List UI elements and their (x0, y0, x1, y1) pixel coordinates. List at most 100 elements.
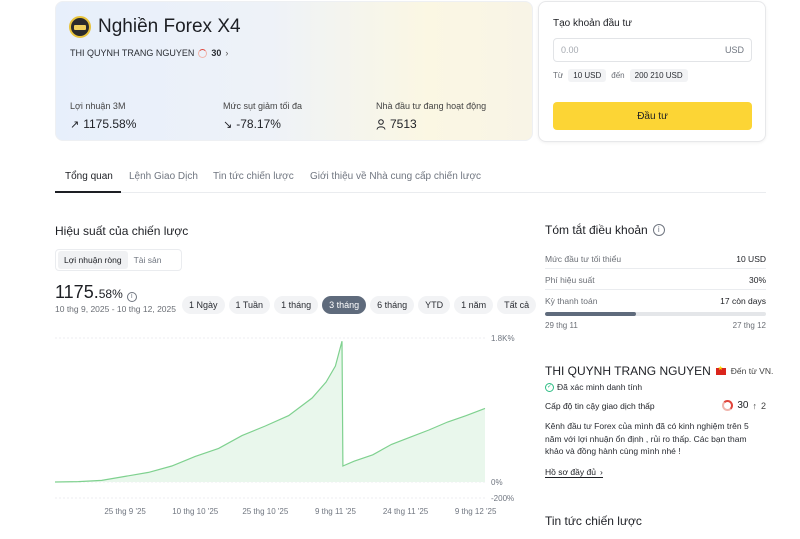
trend-up-icon: ↗ (70, 118, 80, 131)
stat-profit-label: Lợi nhuận 3M (70, 101, 126, 111)
period-1d[interactable]: 1 Ngày (182, 296, 225, 314)
term-min-investment: Mức đầu tư tối thiểu 10 USD (545, 249, 766, 269)
x-tick-label: 24 thg 11 '25 (383, 507, 429, 516)
verified-text: Đã xác minh danh tính (557, 382, 643, 392)
stat-profit-value: 1175.58% (83, 117, 137, 131)
terms-title-text: Tóm tắt điều khoản (545, 223, 648, 237)
range-max: 200 210 USD (629, 69, 688, 82)
payout-progress-labels: 29 thg 11 27 thg 12 (545, 321, 766, 330)
payout-progress-bar (545, 312, 766, 316)
range-min: 10 USD (568, 69, 607, 82)
term-performance-fee: Phí hiệu suất 30% (545, 270, 766, 290)
term-key: Mức đầu tư tối thiểu (545, 253, 622, 264)
x-tick-label: 9 thg 11 '25 (315, 507, 357, 516)
strategy-title: Nghiền Forex X4 (98, 16, 241, 37)
terms-title: Tóm tắt điều khoản i (545, 223, 665, 237)
provider-name: THI QUYNH TRANG NGUYEN (545, 364, 711, 378)
segment-net-profit[interactable]: Lợi nhuận ròng (58, 251, 128, 269)
period-ytd[interactable]: YTD (418, 296, 451, 314)
period-1w[interactable]: 1 Tuần (228, 296, 271, 314)
stat-drawdown: Mức sụt giảm tối đa ↘ -78.17% (223, 101, 302, 131)
term-key: Kỳ thanh toán (545, 296, 598, 306)
tab-overview[interactable]: Tổng quan (65, 171, 113, 182)
term-value: 10 USD (736, 253, 766, 264)
x-tick-label: 25 thg 10 '25 (242, 507, 289, 516)
trust-change: 2 (760, 400, 766, 411)
active-tab-indicator (55, 191, 121, 193)
stat-drawdown-value: -78.17% (236, 117, 281, 131)
y-tick-label: -200% (491, 494, 514, 503)
stat-investors-label: Nhà đầu tư đang hoạt động (376, 101, 487, 111)
performance-date-range: 10 thg 9, 2025 - 10 thg 12, 2025 (55, 304, 176, 314)
user-icon (376, 118, 386, 130)
strategy-hero-card: Nghiền Forex X4 THI QUYNH TRANG NGUYEN 3… (55, 1, 533, 141)
tab-provider-info[interactable]: Giới thiệu về Nhà cung cấp chiến lược (310, 171, 481, 182)
performance-value-main: 1175. (55, 282, 99, 302)
stat-profit: Lợi nhuận 3M ↗ 1175.58% (70, 101, 136, 131)
invest-button[interactable]: Đầu tư (553, 102, 752, 130)
owner-name: THI QUYNH TRANG NGUYEN (70, 48, 195, 58)
x-tick-label: 25 thg 9 '25 (104, 507, 146, 516)
trust-ring-icon (722, 400, 734, 411)
full-profile-link[interactable]: Hồ sơ đầy đủ › (545, 467, 603, 478)
strategy-logo (69, 16, 91, 38)
arrow-up-icon: ↑ (752, 400, 757, 411)
x-tick-label: 9 thg 12 '25 (455, 507, 497, 516)
provider-country: Đến từ VN. (730, 366, 774, 376)
y-tick-label: 0% (491, 478, 503, 487)
arrow-down-right-icon: ↘ (223, 118, 233, 131)
range-from-label: Từ (553, 71, 564, 80)
strategy-tabs: Tổng quan Lệnh Giao Dịch Tin tức chiến l… (55, 164, 766, 193)
strategy-news-title: Tin tức chiến lược (545, 514, 642, 528)
period-selector: 1 Ngày 1 Tuần 1 tháng 3 tháng 6 tháng YT… (182, 296, 537, 314)
term-value: 17 còn days (720, 296, 766, 306)
payout-start: 29 thg 11 (545, 321, 578, 330)
x-tick-label: 10 thg 10 '25 (172, 507, 219, 516)
chevron-right-icon: › (225, 48, 229, 58)
trust-label: Cấp độ tin cậy giao dịch thấp (545, 400, 655, 411)
area-fill (55, 341, 485, 482)
y-tick-label: 1.8K% (491, 334, 515, 343)
performance-value-small: 58% (98, 287, 123, 301)
invest-range: Từ 10 USD đến 200 210 USD (553, 69, 688, 82)
info-icon[interactable]: i (126, 292, 137, 302)
performance-value: 1175. 58% i (55, 282, 137, 303)
vietnam-flag-icon (715, 365, 726, 375)
period-3m[interactable]: 3 tháng (322, 296, 367, 314)
info-icon[interactable]: i (652, 224, 665, 236)
owner-score: 30 (211, 48, 222, 58)
full-profile-text: Hồ sơ đầy đủ (545, 467, 596, 477)
period-all[interactable]: Tất cả (497, 296, 537, 314)
payout-end: 27 thg 12 (732, 321, 766, 330)
payout-progress-fill (545, 312, 636, 316)
term-key: Phí hiệu suất (545, 274, 595, 285)
segment-assets[interactable]: Tài sản (128, 251, 168, 269)
invest-title: Tạo khoản đầu tư (553, 18, 632, 29)
period-1y[interactable]: 1 năm (454, 296, 494, 314)
period-1m[interactable]: 1 tháng (274, 296, 319, 314)
invest-card: Tạo khoản đầu tư 0.00 USD Từ 10 USD đến … (538, 1, 766, 142)
amount-input[interactable]: 0.00 USD (553, 38, 752, 62)
verified-badge: ✓ Đã xác minh danh tính (545, 382, 642, 392)
provider-description: Kênh đầu tư Forex của mình đã có kinh ng… (545, 421, 749, 456)
amount-placeholder: 0.00 (561, 45, 579, 55)
stat-drawdown-label: Mức sụt giảm tối đa (223, 101, 303, 111)
trust-ring-icon (198, 48, 208, 58)
owner-link[interactable]: THI QUYNH TRANG NGUYEN 30 › (70, 48, 228, 58)
stat-investors: Nhà đầu tư đang hoạt động 7513 (376, 101, 486, 131)
term-payout-period: Kỳ thanh toán 17 còn days (545, 291, 766, 311)
amount-currency: USD (724, 45, 744, 55)
performance-title: Hiệu suất của chiến lược (55, 224, 189, 238)
stat-investors-value: 7513 (390, 117, 417, 131)
tab-orders[interactable]: Lệnh Giao Dịch (129, 171, 198, 182)
metric-segmented-control: Lợi nhuận ròng Tài sản (55, 249, 182, 271)
trust-level-row: Cấp độ tin cậy giao dịch thấp 30 ↑ 2 (545, 400, 766, 411)
period-6m[interactable]: 6 tháng (370, 296, 415, 314)
range-to-label: đến (611, 71, 625, 80)
check-circle-icon: ✓ (545, 382, 554, 392)
chevron-right-icon: › (599, 467, 603, 477)
tab-strategy-news[interactable]: Tin tức chiến lược (213, 171, 294, 182)
trust-score: 30 (737, 400, 749, 411)
term-value: 30% (748, 274, 766, 285)
performance-chart[interactable]: 1.8K% 0% -200% 25 thg 9 '25 10 thg 10 '25 25 … (55, 330, 525, 520)
